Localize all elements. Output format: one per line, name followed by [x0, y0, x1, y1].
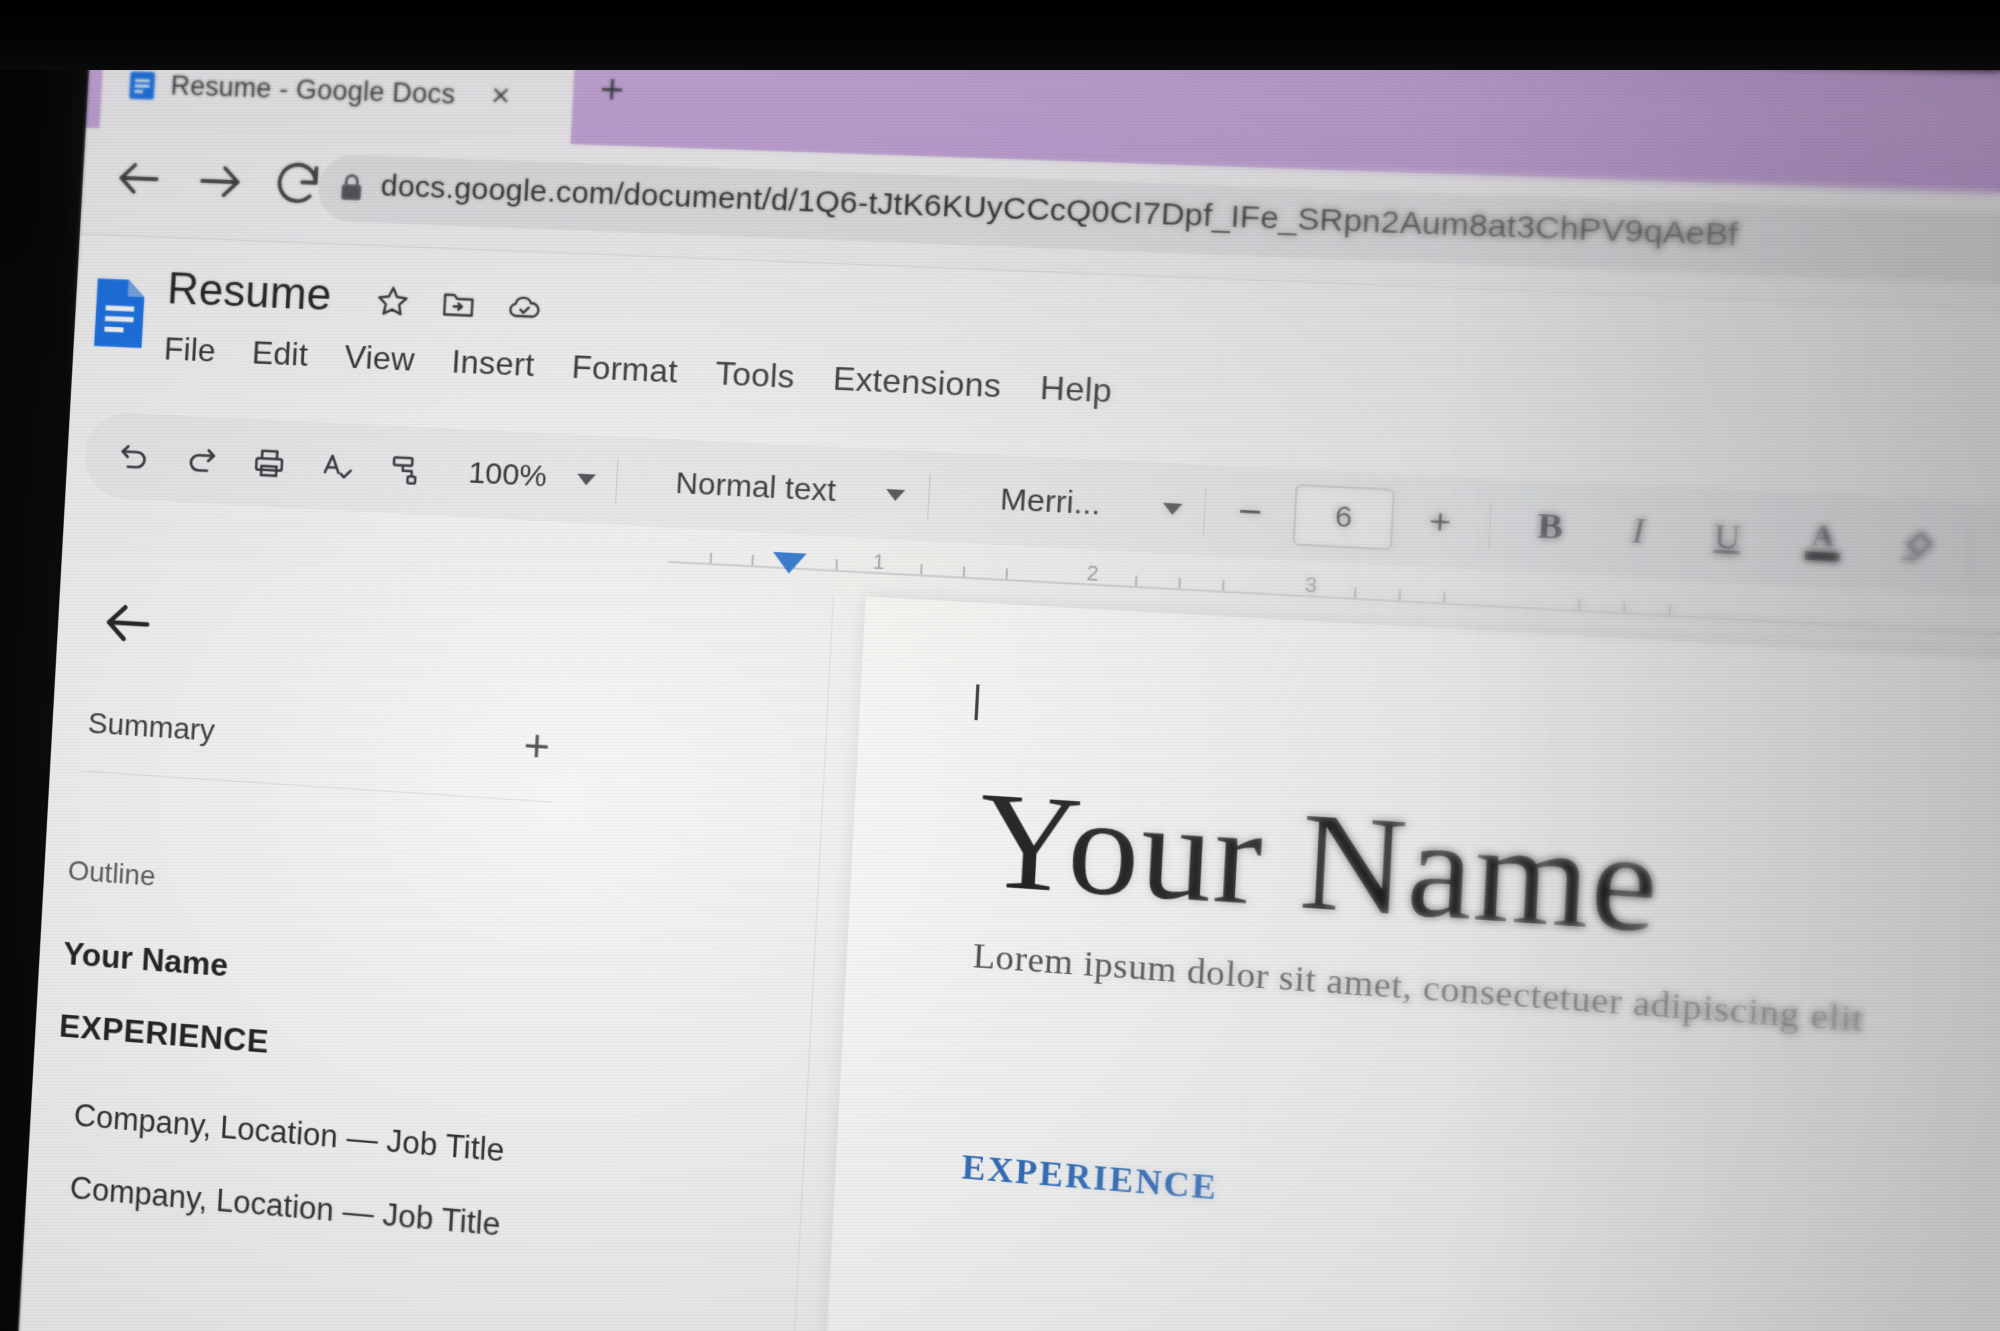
divider — [81, 770, 554, 803]
font-family-value[interactable]: Merri... — [953, 472, 1149, 534]
zoom-level-value[interactable]: 100% — [445, 447, 570, 504]
back-icon[interactable] — [111, 151, 167, 207]
redo-button[interactable] — [172, 433, 230, 486]
outline-item-experience[interactable]: EXPERIENCE — [58, 1007, 269, 1061]
close-icon[interactable]: × — [490, 76, 511, 113]
new-tab-button[interactable]: + — [599, 67, 625, 113]
document-page[interactable]: Your Name Lorem ipsum dolor sit amet, co… — [804, 596, 2000, 1331]
menu-item-edit[interactable]: Edit — [251, 334, 309, 374]
document-subtitle: Lorem ipsum dolor sit amet, consectetuer… — [971, 936, 1865, 1041]
outline-item-job-2[interactable]: Company, Location — Job Title — [69, 1170, 501, 1244]
outline-item-job-1[interactable]: Company, Location — Job Title — [73, 1097, 505, 1169]
menu-item-file[interactable]: File — [163, 330, 217, 369]
underline-button[interactable]: U — [1694, 508, 1761, 565]
italic-button[interactable]: I — [1605, 503, 1671, 560]
document-section-heading: EXPERIENCE — [960, 1148, 1220, 1208]
menu-item-view[interactable]: View — [343, 338, 416, 379]
paint-format-icon[interactable] — [376, 443, 435, 497]
browser-window: Resume - Google Docs × + docs.google.com… — [12, 16, 2000, 1331]
saved-to-drive-icon[interactable] — [505, 288, 544, 326]
font-chevron-down-icon[interactable] — [1157, 482, 1188, 536]
print-icon[interactable] — [240, 437, 299, 490]
undo-button[interactable] — [105, 430, 163, 483]
text-cursor — [974, 684, 980, 721]
font-size-value[interactable]: 6 — [1292, 483, 1396, 551]
tab-title: Resume - Google Docs — [169, 70, 457, 110]
spell-check-icon[interactable] — [308, 440, 367, 493]
monitor-bezel-top — [0, 0, 2000, 70]
document-outline-pane: Summary + Outline Your Name EXPERIENCE C… — [12, 552, 835, 1331]
style-chevron-down-icon[interactable] — [880, 468, 910, 521]
paragraph-style-value[interactable]: Normal text — [640, 456, 873, 519]
star-icon[interactable] — [374, 283, 412, 321]
lock-icon — [340, 173, 364, 201]
page-title[interactable]: Resume — [166, 264, 333, 321]
url-text: docs.google.com/document/d/1Q6-tJtK6KUyC… — [379, 169, 1739, 254]
menu-bar: File Edit View Insert Format Tools Exten… — [163, 330, 1148, 412]
screen-area: Resume - Google Docs × + docs.google.com… — [0, 0, 2000, 1331]
add-summary-button[interactable]: + — [522, 721, 551, 773]
ruler-tick-3: 3 — [1304, 573, 1318, 598]
move-to-folder-icon[interactable] — [439, 285, 478, 323]
menu-item-insert[interactable]: Insert — [451, 343, 536, 384]
ruler-tick-2: 2 — [1085, 562, 1100, 587]
document-heading: Your Name — [975, 761, 1663, 964]
menu-item-tools[interactable]: Tools — [714, 354, 796, 396]
google-docs-icon — [128, 71, 155, 100]
outline-item-your-name[interactable]: Your Name — [62, 935, 229, 985]
outline-label: Outline — [67, 854, 157, 892]
summary-label: Summary — [87, 706, 216, 748]
reload-icon[interactable] — [269, 156, 326, 212]
collapse-outline-back-icon[interactable] — [98, 593, 158, 655]
google-docs-logo-icon[interactable] — [89, 273, 150, 354]
bold-button[interactable]: B — [1517, 499, 1583, 556]
monitor-photo: Resume - Google Docs × + docs.google.com… — [0, 0, 2000, 1331]
menu-item-help[interactable]: Help — [1039, 369, 1113, 411]
menu-item-format[interactable]: Format — [571, 348, 679, 391]
indent-marker[interactable] — [771, 551, 807, 575]
highlight-icon[interactable] — [1883, 517, 1953, 575]
zoom-chevron-down-icon[interactable] — [572, 453, 602, 506]
forward-icon[interactable] — [192, 153, 249, 209]
ruler-tick-1: 1 — [872, 550, 886, 575]
menu-item-extensions[interactable]: Extensions — [832, 360, 1002, 406]
font-size-increase-button[interactable]: + — [1417, 494, 1464, 550]
text-color-icon[interactable]: A — [1788, 512, 1858, 570]
google-docs-app: Resume File Edit View Insert Format Tool… — [12, 233, 2000, 1331]
font-size-decrease-button[interactable]: − — [1227, 485, 1274, 540]
